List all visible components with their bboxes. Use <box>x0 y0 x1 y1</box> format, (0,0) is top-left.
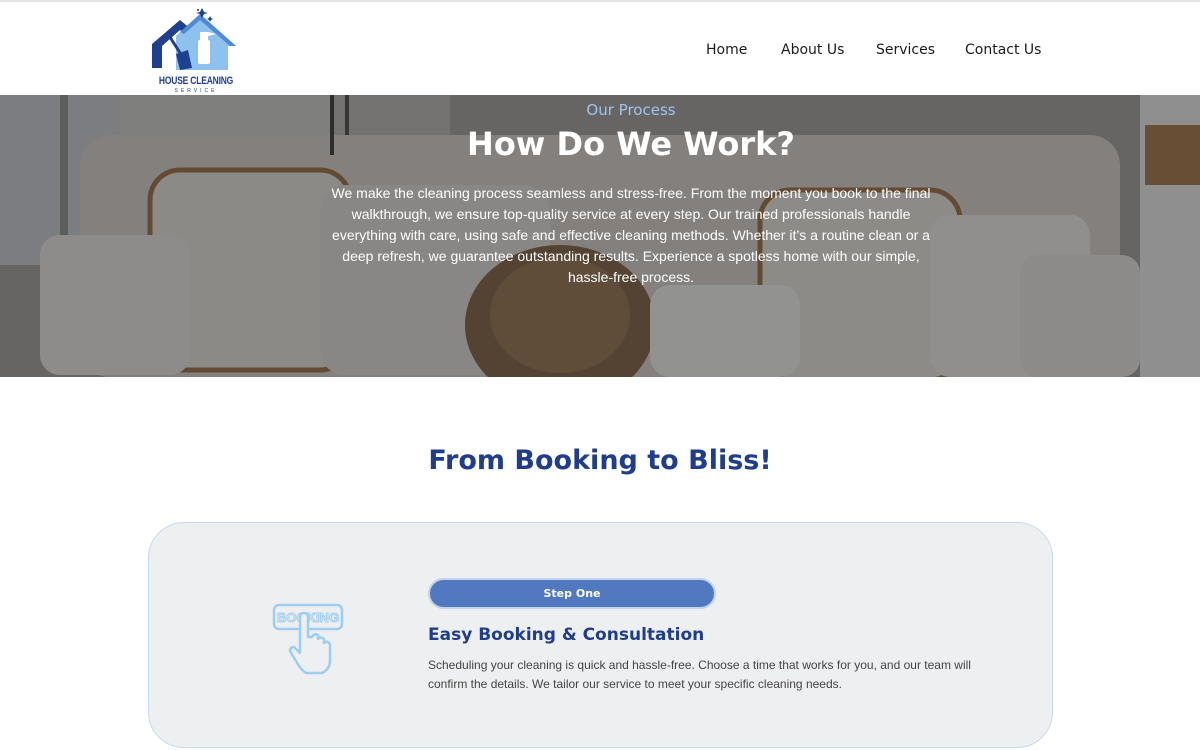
step-description: Scheduling your cleaning is quick and ha… <box>428 658 971 691</box>
hero-title: How Do We Work? <box>467 125 795 163</box>
house-logo-icon <box>152 8 236 70</box>
site-header: HOUSE CLEANING SERVICE Home About Us Ser… <box>0 2 1200 95</box>
logo-text: HOUSE CLEANING <box>158 73 234 87</box>
step-title: Easy Booking & Consultation <box>428 625 705 645</box>
hero-kicker: Our Process <box>586 101 676 119</box>
nav-about-link[interactable]: About Us <box>781 42 844 58</box>
step-one-button[interactable]: Step One <box>428 578 716 609</box>
nav-contact-link[interactable]: Contact Us <box>965 42 1041 58</box>
nav-services-link[interactable]: Services <box>876 42 935 58</box>
booking-hand-icon: BOOKING <box>272 603 344 675</box>
hero-description: We make the cleaning process seamless an… <box>331 185 931 285</box>
logo-subtext: SERVICE <box>174 88 218 94</box>
nav-home-link[interactable]: Home <box>706 42 747 58</box>
section-title: From Booking to Bliss! <box>428 445 772 476</box>
hero-banner: Our Process How Do We Work? We make the … <box>0 95 1200 377</box>
brand-logo[interactable]: HOUSE CLEANING SERVICE <box>150 6 240 94</box>
